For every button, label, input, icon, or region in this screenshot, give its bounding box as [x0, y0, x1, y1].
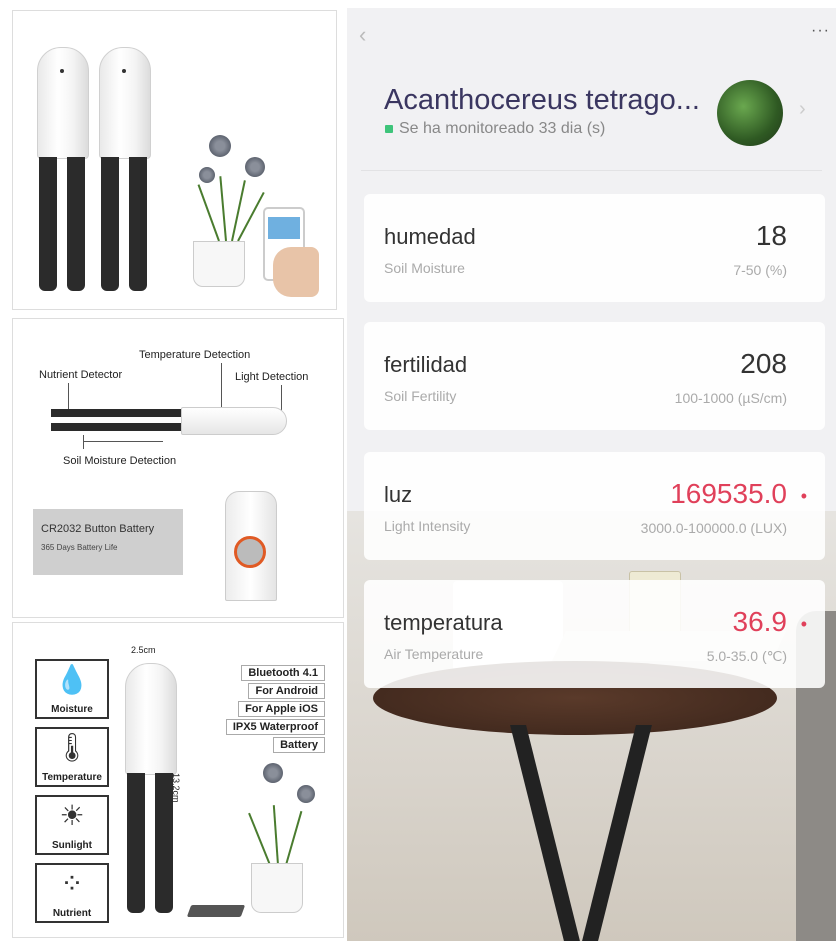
nutrient-dots-icon: ⁘: [60, 868, 84, 899]
status-indicator-icon: [385, 125, 393, 133]
sunlight-caption: Sunlight: [52, 840, 92, 851]
header-divider: [361, 170, 822, 171]
flower: [297, 785, 315, 803]
metric-range: 5.0-35.0 (℃): [706, 648, 787, 664]
room-background: [347, 511, 836, 941]
sunlight-icon-box: ☀ Sunlight: [35, 795, 109, 855]
metric-subtitle: Air Temperature: [384, 646, 484, 662]
sun-icon: ☀: [59, 800, 85, 831]
droplet-icon: 💧: [54, 664, 90, 695]
label-nutrient-detector: Nutrient Detector: [39, 369, 123, 381]
metric-range: 3000.0-100000.0 (LUX): [640, 520, 787, 536]
sensor-image-vertical: [125, 663, 177, 775]
battery-sensor-image: [225, 491, 277, 601]
sensor-leg: [67, 157, 85, 291]
callout-line: [83, 435, 84, 449]
sensor-light-dot: [60, 69, 64, 73]
metric-card-temperatura[interactable]: temperatura Air Temperature 36.9 5.0-35.…: [364, 580, 825, 688]
plant-avatar[interactable]: [717, 80, 783, 146]
metric-subtitle: Soil Fertility: [384, 388, 457, 404]
feature-waterproof: IPX5 Waterproof: [225, 719, 325, 735]
label-light-detection: Light Detection: [235, 371, 309, 383]
feature-ios: For Apple iOS: [238, 701, 325, 717]
nutrient-icon-box: ⁘ Nutrient: [35, 863, 109, 923]
table-leg: [510, 725, 580, 941]
label-soil-moisture-detection: Soil Moisture Detection: [63, 455, 177, 467]
metric-subtitle: Light Intensity: [384, 518, 471, 534]
height-dimension: 13.2cm: [171, 773, 181, 803]
metric-subtitle: Soil Moisture: [384, 260, 465, 276]
metric-card-humedad[interactable]: humedad Soil Moisture 18 7-50 (%): [364, 194, 825, 302]
moisture-caption: Moisture: [51, 704, 93, 715]
metric-value: 169535.0: [670, 478, 787, 509]
metric-card-luz[interactable]: luz Light Intensity 169535.0 3000.0-1000…: [364, 452, 825, 560]
nutrient-caption: Nutrient: [52, 908, 92, 919]
sensor-leg: [127, 773, 145, 913]
more-menu-button[interactable]: ···: [811, 22, 830, 40]
callout-line: [221, 363, 222, 409]
callout-line: [83, 441, 163, 442]
sensor-image-1: [37, 47, 89, 159]
table-leg: [582, 725, 652, 941]
flower: [245, 157, 265, 177]
temperature-caption: Temperature: [42, 772, 102, 783]
monitor-status: Se ha monitoreado 33 dia (s): [399, 120, 606, 137]
temperature-icon-box: 🌡 Temperature: [35, 727, 109, 787]
chevron-right-icon[interactable]: ›: [799, 98, 806, 121]
flower: [209, 135, 231, 157]
sensor-body-horizontal: [181, 407, 287, 435]
smartphone-image: [186, 905, 246, 917]
sensor-light-dot: [122, 69, 126, 73]
back-button[interactable]: ‹: [359, 22, 366, 48]
plant-leaf: [248, 812, 271, 866]
feature-bluetooth: Bluetooth 4.1: [241, 665, 325, 681]
thermometer-icon: 🌡: [54, 732, 90, 763]
sensor-leg: [101, 157, 119, 291]
alert-dot-icon: •: [800, 486, 807, 506]
metric-name: luz: [384, 482, 413, 507]
metric-range: 7-50 (%): [733, 262, 787, 278]
flower: [263, 763, 283, 783]
label-temperature-detection: Temperature Detection: [139, 349, 251, 361]
battery-title: CR2032 Button Battery: [41, 523, 155, 535]
flower: [199, 167, 215, 183]
sensor-image-2: [99, 47, 151, 159]
metric-card-fertilidad[interactable]: fertilidad Soil Fertility 208 100-1000 (…: [364, 322, 825, 430]
plant-leaf: [197, 184, 220, 242]
battery-info-box: CR2032 Button Battery 365 Days Battery L…: [33, 509, 183, 575]
metric-name: humedad: [384, 224, 476, 249]
metric-value: 36.9: [732, 606, 788, 637]
width-dimension: 2.5cm: [131, 645, 156, 655]
metric-value: 18: [755, 220, 787, 251]
plant-name: Acanthocereus tetrago...: [384, 84, 700, 116]
battery-subtitle: 365 Days Battery Life: [41, 543, 118, 552]
callout-line: [68, 383, 69, 411]
plant-pot: [251, 863, 303, 913]
plant-leaf: [285, 810, 303, 866]
alert-dot-icon: •: [800, 614, 807, 634]
feature-android: For Android: [248, 683, 325, 699]
plant-leaf: [219, 176, 227, 242]
metric-range: 100-1000 (µS/cm): [674, 390, 787, 406]
sensor-leg: [129, 157, 147, 291]
battery-icon: [234, 536, 266, 568]
plant-pot: [193, 241, 245, 287]
sensor-prong-bottom: [51, 423, 183, 431]
sensor-diagram-panel: Temperature Detection Nutrient Detector …: [12, 318, 344, 618]
metric-value: 208: [740, 348, 787, 379]
plant-leaf: [272, 805, 279, 866]
app-screen: ‹ ··· Acanthocereus tetrago... Se ha mon…: [347, 8, 836, 941]
phone-screen: [268, 217, 300, 239]
metric-name: fertilidad: [384, 352, 468, 377]
hand-image: [273, 247, 319, 297]
sensor-leg: [39, 157, 57, 291]
sensor-specs-panel: 💧 Moisture 🌡 Temperature ☀ Sunlight ⁘ Nu…: [12, 622, 344, 938]
sensor-prong-top: [51, 409, 183, 417]
metric-name: temperatura: [384, 610, 503, 635]
feature-battery: Battery: [273, 737, 325, 753]
moisture-icon-box: 💧 Moisture: [35, 659, 109, 719]
product-photo-panel: [12, 10, 337, 310]
